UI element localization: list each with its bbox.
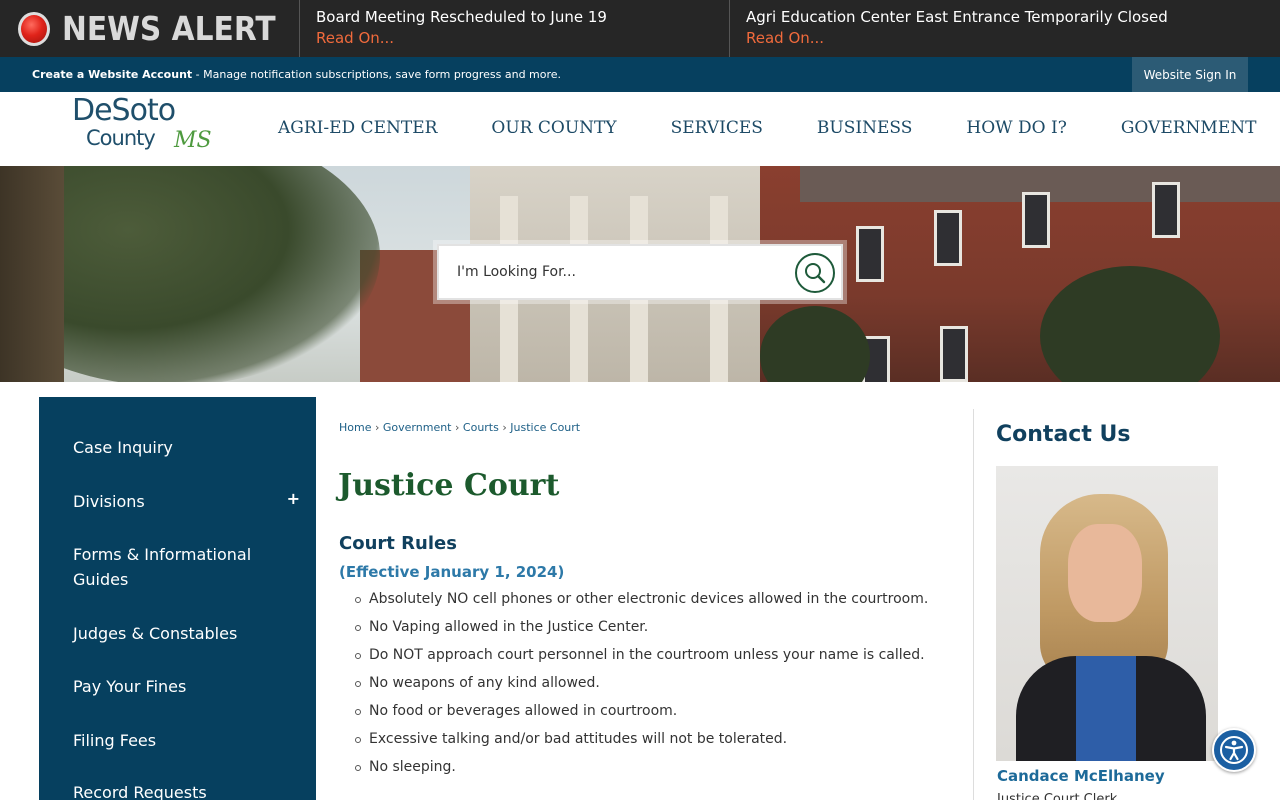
- website-sign-in-button[interactable]: Website Sign In: [1132, 57, 1248, 92]
- nav-agri-ed-center[interactable]: AGRI-ED CENTER: [278, 118, 437, 138]
- breadcrumb-separator: ›: [374, 421, 380, 434]
- column-divider: [973, 409, 974, 800]
- hero-tree-trunk: [0, 166, 64, 382]
- create-account-link[interactable]: Create a Website Account: [32, 68, 192, 81]
- breadcrumb: Home › Government › Courts › Justice Cou…: [339, 421, 580, 434]
- sidebar-nav: Case Inquiry Divisions + Forms & Informa…: [39, 397, 316, 800]
- read-on-link[interactable]: Read On...: [746, 27, 1264, 49]
- list-item: No weapons of any kind allowed.: [355, 669, 928, 697]
- sidebar-item-forms[interactable]: Forms & Informational Guides: [73, 542, 273, 592]
- page-title: Justice Court: [338, 468, 560, 503]
- breadcrumb-separator: ›: [455, 421, 460, 434]
- sidebar-item-judges[interactable]: Judges & Constables: [73, 621, 237, 646]
- section-heading: Court Rules: [339, 533, 457, 554]
- nav-government[interactable]: GOVERNMENT: [1121, 118, 1257, 138]
- alert-dot-icon: [18, 11, 50, 46]
- list-item: Excessive talking and/or bad attitudes w…: [355, 725, 928, 753]
- search-icon: [805, 263, 826, 284]
- hero-window: [940, 326, 968, 382]
- list-item: No Vaping allowed in the Justice Center.: [355, 613, 928, 641]
- contact-name-link[interactable]: Candace McElhaney: [997, 767, 1165, 785]
- account-description: - Manage notification subscriptions, sav…: [192, 68, 562, 81]
- contact-us-title: Contact Us: [996, 422, 1131, 447]
- breadcrumb-separator: ›: [502, 421, 507, 434]
- logo-line1: DeSoto: [72, 93, 176, 128]
- breadcrumb-home[interactable]: Home: [339, 421, 371, 434]
- news-alert-item[interactable]: Agri Education Center East Entrance Temp…: [730, 0, 1280, 57]
- hero-window: [1022, 192, 1050, 248]
- desoto-county-logo[interactable]: DeSoto County MS: [72, 96, 212, 160]
- news-alert-title: NEWS ALERT: [61, 9, 276, 48]
- hero-window: [856, 226, 884, 282]
- logo-line2: County: [86, 126, 156, 150]
- search-input[interactable]: [457, 264, 787, 280]
- section-subheading: (Effective January 1, 2024): [339, 563, 565, 581]
- news-alert-item-title[interactable]: Agri Education Center East Entrance Temp…: [746, 7, 1264, 27]
- logo-suffix: MS: [174, 128, 212, 153]
- nav-our-county[interactable]: OUR COUNTY: [491, 118, 616, 138]
- breadcrumb-justice-court[interactable]: Justice Court: [510, 421, 580, 434]
- news-alert-bar: NEWS ALERT Board Meeting Rescheduled to …: [0, 0, 1280, 57]
- photo-shirt: [1076, 656, 1136, 761]
- sidebar-item-divisions[interactable]: Divisions: [73, 489, 145, 514]
- accessibility-button[interactable]: [1212, 728, 1256, 772]
- hero-window: [934, 210, 962, 266]
- account-bar: Create a Website Account - Manage notifi…: [0, 57, 1280, 92]
- news-alert-item-title[interactable]: Board Meeting Rescheduled to June 19: [316, 7, 713, 27]
- sidebar-item-case-inquiry[interactable]: Case Inquiry: [73, 435, 173, 460]
- list-item: No food or beverages allowed in courtroo…: [355, 697, 928, 725]
- nav-business[interactable]: BUSINESS: [817, 118, 912, 138]
- nav-how-do-i[interactable]: HOW DO I?: [966, 118, 1066, 138]
- breadcrumb-courts[interactable]: Courts: [463, 421, 499, 434]
- list-item: No sleeping.: [355, 753, 928, 781]
- breadcrumb-government[interactable]: Government: [383, 421, 452, 434]
- sidebar-item-pay-fines[interactable]: Pay Your Fines: [73, 674, 186, 699]
- search-box: [437, 244, 843, 300]
- search-button[interactable]: [795, 253, 835, 293]
- contact-role: Justice Court Clerk: [997, 792, 1118, 800]
- site-header: DeSoto County MS AGRI-ED CENTER OUR COUN…: [0, 92, 1280, 166]
- sidebar-item-filing-fees[interactable]: Filing Fees: [73, 728, 156, 753]
- list-item: Do NOT approach court personnel in the c…: [355, 641, 928, 669]
- news-alert-item[interactable]: Board Meeting Rescheduled to June 19 Rea…: [300, 0, 730, 57]
- expand-divisions-icon[interactable]: +: [287, 489, 300, 508]
- court-rules-list: Absolutely NO cell phones or other elect…: [355, 585, 928, 781]
- sidebar-item-record-requests[interactable]: Record Requests: [73, 780, 207, 800]
- account-text: Create a Website Account - Manage notifi…: [0, 68, 561, 81]
- accessibility-icon: [1220, 736, 1248, 764]
- list-item: Absolutely NO cell phones or other elect…: [355, 585, 928, 613]
- photo-face: [1068, 524, 1142, 622]
- hero-window: [1152, 182, 1180, 238]
- nav-services[interactable]: SERVICES: [671, 118, 763, 138]
- news-alert-brand: NEWS ALERT: [0, 0, 300, 57]
- main-nav: AGRI-ED CENTER OUR COUNTY SERVICES BUSIN…: [278, 118, 1256, 138]
- hero-banner: [0, 166, 1280, 382]
- contact-photo: [996, 466, 1218, 761]
- read-on-link[interactable]: Read On...: [316, 27, 713, 49]
